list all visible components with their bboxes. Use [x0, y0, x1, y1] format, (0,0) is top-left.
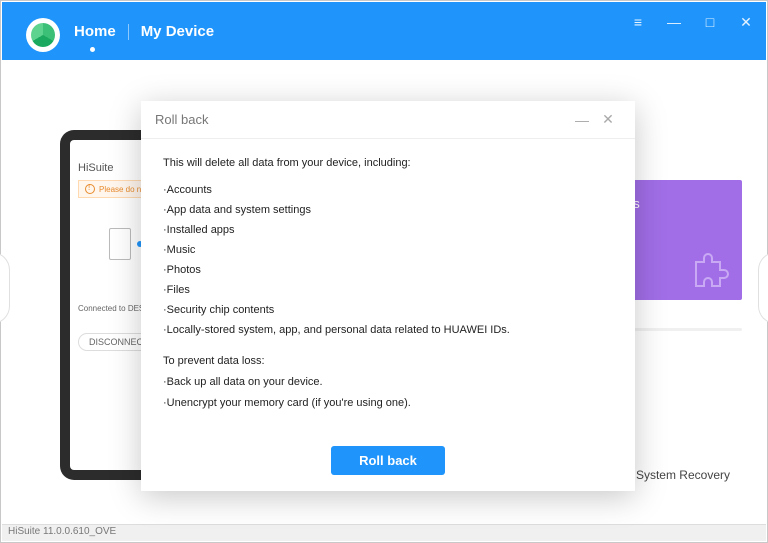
list-item: ·Unencrypt your memory card (if you're u… — [163, 395, 613, 412]
dialog-intro: This will delete all data from your devi… — [163, 155, 613, 172]
app-logo-icon — [31, 23, 55, 47]
rollback-button[interactable]: Roll back — [331, 446, 445, 475]
list-item: ·Installed apps — [163, 222, 613, 239]
nav-home[interactable]: Home — [74, 23, 116, 40]
dialog-footer: Roll back — [141, 446, 635, 475]
dialog-close-icon[interactable]: ✕ — [595, 111, 621, 128]
app-logo — [26, 18, 60, 52]
carousel-next[interactable] — [758, 252, 768, 324]
nav-sep — [128, 24, 129, 40]
warning-icon — [85, 184, 95, 194]
nav-active-indicator — [90, 47, 95, 52]
dialog-body: This will delete all data from your devi… — [141, 139, 635, 412]
nav: Home My Device — [74, 23, 214, 40]
rollback-dialog: Roll back — ✕ This will delete all data … — [141, 101, 635, 491]
dialog-header: Roll back — ✕ — [141, 101, 635, 139]
list-item: ·App data and system settings — [163, 202, 613, 219]
status-version: HiSuite 11.0.0.610_OVE — [8, 526, 116, 537]
system-recovery-label[interactable]: System Recovery — [636, 468, 730, 482]
list-item: ·Files — [163, 282, 613, 299]
phone-device-icon — [109, 228, 131, 260]
dialog-subheading: To prevent data loss: — [163, 353, 613, 370]
list-item: ·Back up all data on your device. — [163, 374, 613, 391]
menu-icon[interactable]: ≡ — [630, 14, 646, 30]
dialog-title: Roll back — [155, 112, 208, 127]
topbar: Home My Device ≡ — □ ✕ — [2, 2, 766, 60]
close-icon[interactable]: ✕ — [738, 14, 754, 30]
list-item: ·Photos — [163, 262, 613, 279]
dialog-sub-list: ·Back up all data on your device. ·Unenc… — [163, 374, 613, 411]
list-item: ·Locally-stored system, app, and persona… — [163, 322, 613, 339]
status-bar: HiSuite 11.0.0.610_OVE — [2, 524, 766, 541]
app-frame: Home My Device ≡ — □ ✕ ▯ ▯ ◧ HiSuite Ple… — [0, 0, 768, 543]
carousel-prev[interactable] — [0, 252, 10, 324]
window-buttons: ≡ — □ ✕ — [630, 14, 754, 30]
dialog-minimize-icon[interactable]: — — [569, 112, 595, 128]
list-item: ·Accounts — [163, 182, 613, 199]
nav-my-device[interactable]: My Device — [141, 23, 214, 40]
maximize-icon[interactable]: □ — [702, 14, 718, 30]
minimize-icon[interactable]: — — [666, 14, 682, 30]
dialog-item-list: ·Accounts ·App data and system settings … — [163, 182, 613, 339]
list-item: ·Security chip contents — [163, 302, 613, 319]
puzzle-icon — [692, 250, 732, 290]
list-item: ·Music — [163, 242, 613, 259]
